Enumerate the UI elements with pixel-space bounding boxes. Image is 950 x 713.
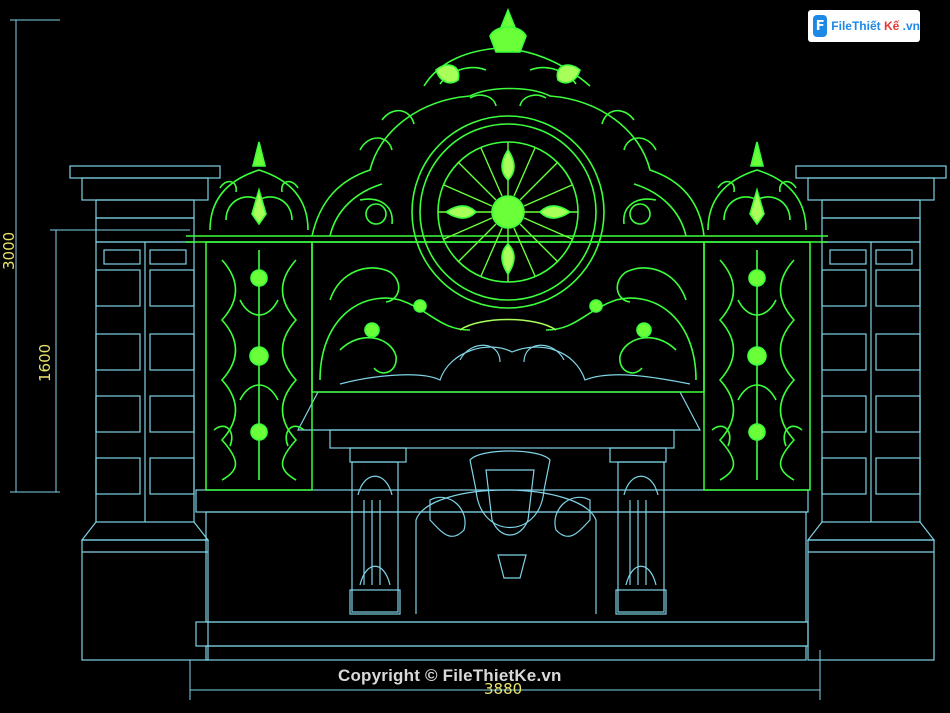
cad-drawing-canvas: 3000 1600 3880	[0, 7, 947, 700]
right-finial	[707, 141, 807, 231]
logo-text-accent: Kế	[883, 19, 900, 33]
logo-text-main: FileThiết	[831, 19, 881, 33]
left-finial	[209, 141, 309, 231]
site-logo[interactable]: F FileThiết Kế .vn	[808, 10, 920, 42]
dimension-lines	[10, 19, 821, 700]
fountain-niche	[297, 344, 701, 615]
logo-text-tld: .vn	[902, 19, 920, 33]
logo-mark-icon: F	[813, 15, 828, 37]
dim-total-height: 3000	[0, 232, 18, 270]
central-medallion	[411, 115, 605, 309]
logo-text: FileThiết Kế .vn	[831, 19, 920, 33]
right-panel-ornament	[711, 250, 803, 481]
central-panel-scrolls	[319, 267, 697, 381]
base-wall	[195, 489, 809, 661]
right-pillar	[795, 165, 947, 661]
left-panel-ornament	[213, 250, 305, 481]
copyright-watermark: Copyright © FileThietKe.vn	[338, 666, 562, 685]
left-pillar	[69, 165, 221, 661]
dim-fence-height: 1600	[36, 344, 54, 382]
